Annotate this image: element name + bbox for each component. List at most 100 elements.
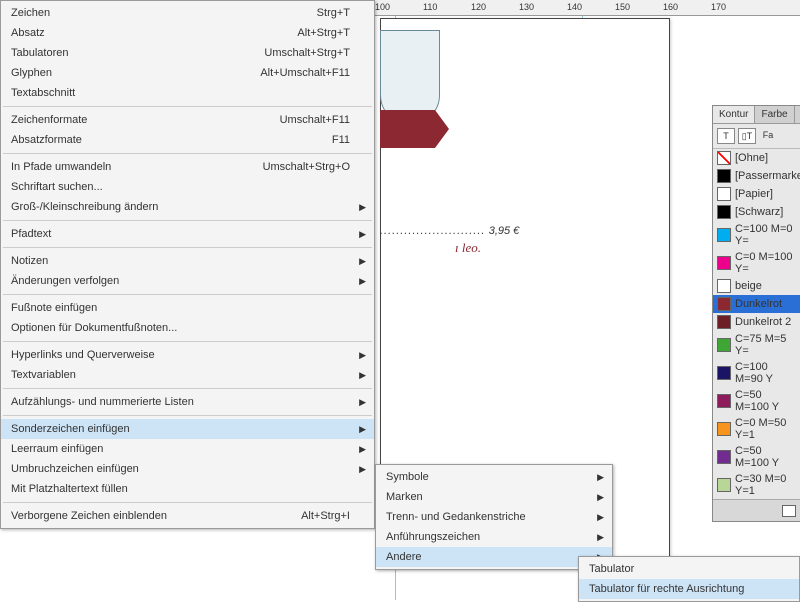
swatch-color-icon <box>717 450 731 464</box>
swatch--schwarz-[interactable]: [Schwarz] <box>713 203 800 221</box>
menu-item-verborgene-zeichen-einblenden[interactable]: Verborgene Zeichen einblendenAlt+Strg+I <box>1 506 374 526</box>
menu-item-trenn-und-gedankenstriche[interactable]: Trenn- und Gedankenstriche▶ <box>376 507 612 527</box>
swatch-color-icon <box>717 315 731 329</box>
formatting-label: Fa <box>759 128 777 144</box>
menu-item-tabulatoren[interactable]: TabulatorenUmschalt+Strg+T <box>1 43 374 63</box>
swatch-dunkelrot[interactable]: Dunkelrot <box>713 295 800 313</box>
menu-item-andere[interactable]: Andere▶ <box>376 547 612 567</box>
swatch-beige[interactable]: beige <box>713 277 800 295</box>
swatch-color-icon <box>717 422 731 436</box>
submenu-arrow-icon: ▶ <box>359 229 366 240</box>
submenu-arrow-icon: ▶ <box>359 202 366 213</box>
horizontal-ruler: 100110120130140150160170 <box>375 0 800 16</box>
menu-item-mit-platzhaltertext-f-llen[interactable]: Mit Platzhaltertext füllen <box>1 479 374 499</box>
swatch-label: Dunkelrot <box>735 298 782 310</box>
swatch-label: [Schwarz] <box>735 206 783 218</box>
menu-item-umbruchzeichen-einf-gen[interactable]: Umbruchzeichen einfügen▶ <box>1 459 374 479</box>
swatch-color-icon <box>717 279 731 293</box>
swatches-panel: Kontur Farbe T ▯T Fa [Ohne] [Passermarken… <box>712 105 800 522</box>
swatch-c-75-m-5-y-[interactable]: C=75 M=5 Y= <box>713 331 800 359</box>
swatch-color-icon <box>717 297 731 311</box>
swatch--ohne-[interactable]: [Ohne] <box>713 149 800 167</box>
menu-item-textvariablen[interactable]: Textvariablen▶ <box>1 365 374 385</box>
type-menu: ZeichenStrg+TAbsatzAlt+Strg+TTabulatoren… <box>0 0 375 529</box>
swatch-label: C=30 M=0 Y=1 <box>735 473 796 497</box>
menu-item-notizen[interactable]: Notizen▶ <box>1 251 374 271</box>
menu-item-in-pfade-umwandeln: In Pfade umwandelnUmschalt+Strg+O <box>1 157 374 177</box>
swatch-label: C=50 M=100 Y <box>735 445 796 469</box>
menu-item-hyperlinks-und-querverweise[interactable]: Hyperlinks und Querverweise▶ <box>1 345 374 365</box>
insert-special-submenu: Symbole▶Marken▶Trenn- und Gedankenstrich… <box>375 464 613 570</box>
swatch-color-icon <box>717 394 731 408</box>
menu-item-symbole[interactable]: Symbole▶ <box>376 467 612 487</box>
menu-item-pfadtext[interactable]: Pfadtext▶ <box>1 224 374 244</box>
menu-item-leerraum-einf-gen[interactable]: Leerraum einfügen▶ <box>1 439 374 459</box>
swatch-c-0-m-100-y-[interactable]: C=0 M=100 Y= <box>713 249 800 277</box>
menu-item-anf-hrungszeichen[interactable]: Anführungszeichen▶ <box>376 527 612 547</box>
menu-item-absatz[interactable]: AbsatzAlt+Strg+T <box>1 23 374 43</box>
submenu-arrow-icon: ▶ <box>359 370 366 381</box>
menu-item-optionen-f-r-dokumentfu-noten-[interactable]: Optionen für Dokumentfußnoten... <box>1 318 374 338</box>
menu-item-gro-kleinschreibung-ndern[interactable]: Groß-/Kleinschreibung ändern▶ <box>1 197 374 217</box>
swatch-label: C=0 M=50 Y=1 <box>735 417 796 441</box>
swatch-color-icon <box>717 187 731 201</box>
swatch-color-icon <box>717 169 731 183</box>
submenu-arrow-icon: ▶ <box>359 350 366 361</box>
menu-item-tabulator-f-r-rechte-ausrichtu[interactable]: Tabulator für rechte Ausrichtung <box>579 579 799 599</box>
swatch--papier-[interactable]: [Papier] <box>713 185 800 203</box>
panel-tabs: Kontur Farbe <box>713 106 800 124</box>
menu-item-fu-note-einf-gen[interactable]: Fußnote einfügen <box>1 298 374 318</box>
swatch-label: C=100 M=90 Y <box>735 361 796 385</box>
swatch-label: [Passermarken] <box>735 170 800 182</box>
submenu-arrow-icon: ▶ <box>359 256 366 267</box>
swatch-label: C=50 M=100 Y <box>735 389 796 413</box>
fill-proxy-icon[interactable]: T <box>717 128 735 144</box>
menu-item--nderungen-verfolgen[interactable]: Änderungen verfolgen▶ <box>1 271 374 291</box>
swatch-c-0-m-50-y-1[interactable]: C=0 M=50 Y=1 <box>713 415 800 443</box>
swatch-color-icon <box>717 256 731 270</box>
swatch-label: C=100 M=0 Y= <box>735 223 796 247</box>
submenu-arrow-icon: ▶ <box>359 276 366 287</box>
swatch-c-100-m-90-y[interactable]: C=100 M=90 Y <box>713 359 800 387</box>
andere-submenu: TabulatorTabulator für rechte Ausrichtun… <box>578 556 800 602</box>
sample-text[interactable]: ı leo. <box>455 240 481 256</box>
swatch-color-icon <box>717 366 731 380</box>
submenu-arrow-icon: ▶ <box>359 424 366 435</box>
swatch-label: [Papier] <box>735 188 773 200</box>
swatch-c-100-m-0-y-[interactable]: C=100 M=0 Y= <box>713 221 800 249</box>
new-swatch-icon[interactable] <box>782 505 796 517</box>
ribbon-shape[interactable] <box>380 110 435 148</box>
tab-kontur[interactable]: Kontur <box>713 106 755 123</box>
swatch-label: beige <box>735 280 762 292</box>
price-text[interactable]: .......................... 3,95 € <box>380 222 519 238</box>
swatch-c-30-m-0-y-1[interactable]: C=30 M=0 Y=1 <box>713 471 800 499</box>
menu-item-glyphen[interactable]: GlyphenAlt+Umschalt+F11 <box>1 63 374 83</box>
swatch-dunkelrot-2[interactable]: Dunkelrot 2 <box>713 313 800 331</box>
submenu-arrow-icon: ▶ <box>597 472 604 483</box>
menu-item-tabulator[interactable]: Tabulator <box>579 559 799 579</box>
menu-item-zeichenformate[interactable]: ZeichenformateUmschalt+F11 <box>1 110 374 130</box>
panel-footer <box>713 499 800 521</box>
menu-item-marken[interactable]: Marken▶ <box>376 487 612 507</box>
menu-item-absatzformate[interactable]: AbsatzformateF11 <box>1 130 374 150</box>
swatch-color-icon <box>717 338 731 352</box>
swatch-c-50-m-100-y[interactable]: C=50 M=100 Y <box>713 443 800 471</box>
submenu-arrow-icon: ▶ <box>359 444 366 455</box>
swatch-label: C=75 M=5 Y= <box>735 333 796 357</box>
swatch-label: [Ohne] <box>735 152 768 164</box>
swatch--passermarken-[interactable]: [Passermarken] <box>713 167 800 185</box>
menu-item-sonderzeichen-einf-gen[interactable]: Sonderzeichen einfügen▶ <box>1 419 374 439</box>
stroke-proxy-icon[interactable]: ▯T <box>738 128 756 144</box>
submenu-arrow-icon: ▶ <box>597 532 604 543</box>
menu-item-aufz-hlungs-und-nummerierte-li[interactable]: Aufzählungs- und nummerierte Listen▶ <box>1 392 374 412</box>
submenu-arrow-icon: ▶ <box>597 512 604 523</box>
swatch-c-50-m-100-y[interactable]: C=50 M=100 Y <box>713 387 800 415</box>
menu-item-schriftart-suchen-[interactable]: Schriftart suchen... <box>1 177 374 197</box>
submenu-arrow-icon: ▶ <box>359 397 366 408</box>
submenu-arrow-icon: ▶ <box>597 492 604 503</box>
tab-farbe[interactable]: Farbe <box>755 106 794 123</box>
swatch-label: C=0 M=100 Y= <box>735 251 796 275</box>
menu-item-textabschnitt[interactable]: Textabschnitt <box>1 83 374 103</box>
submenu-arrow-icon: ▶ <box>359 464 366 475</box>
menu-item-zeichen[interactable]: ZeichenStrg+T <box>1 3 374 23</box>
